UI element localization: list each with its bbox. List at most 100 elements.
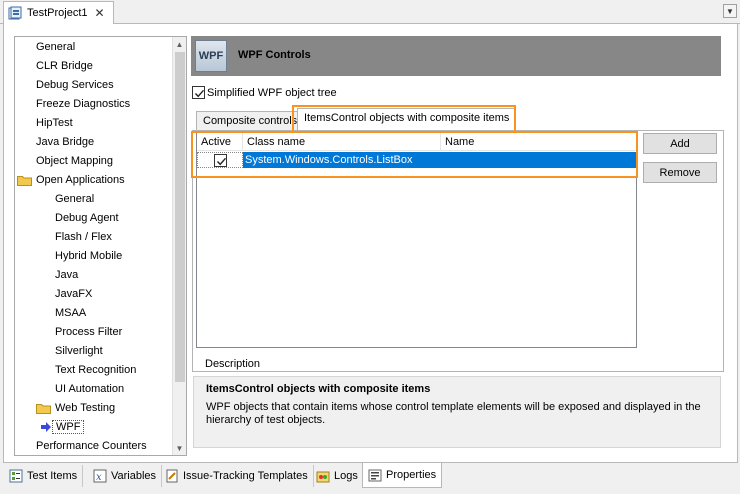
options-tree[interactable]: ▲ ▼ General CLR Bridge Debug Services Freez… <box>14 36 187 456</box>
tree-item-label: MSAA <box>55 307 87 319</box>
tree-item[interactable]: General <box>36 38 75 56</box>
tree-item[interactable]: General <box>55 190 94 208</box>
description-title: ItemsControl objects with composite item… <box>206 383 431 395</box>
tree-item-label: Performance Counters <box>36 440 147 452</box>
scroll-thumb[interactable] <box>175 52 185 382</box>
tree-item[interactable]: Web Testing <box>36 399 115 417</box>
add-button[interactable]: Add <box>643 133 717 154</box>
logs-icon <box>316 471 330 483</box>
test-items-icon <box>9 469 23 483</box>
tree-item-label: Debug Services <box>36 79 114 91</box>
current-arrow-icon <box>41 422 51 432</box>
properties-icon <box>368 469 382 482</box>
row-active-cell[interactable] <box>197 152 243 168</box>
description-text: WPF objects that contain items whose con… <box>206 401 701 426</box>
tab-issue-tracking-label: Issue-Tracking Templates <box>183 470 308 482</box>
description-legend: Description <box>203 358 263 370</box>
tree-item-label: UI Automation <box>55 383 125 395</box>
section-header: WPF WPF Controls <box>191 36 721 76</box>
tab-itemscontrol-objects-label: ItemsControl objects with composite item… <box>304 112 510 124</box>
tree-item-label: Silverlight <box>55 345 103 357</box>
tree-scrollbar[interactable]: ▲ ▼ <box>172 37 186 455</box>
tab-variables[interactable]: x Variables <box>88 465 163 487</box>
description-group: Description ItemsControl objects with co… <box>192 358 724 448</box>
row-class-name-cell[interactable]: System.Windows.Controls.ListBox <box>243 152 636 168</box>
tree-item[interactable]: Silverlight <box>55 342 103 360</box>
tree-item[interactable]: Performance Counters <box>36 437 147 455</box>
tab-logs-label: Logs <box>334 470 358 482</box>
tree-item[interactable]: Text Recognition <box>55 361 136 379</box>
grid-header: Active Class name Name <box>197 133 636 151</box>
row-active-checkbox[interactable] <box>214 154 227 167</box>
tree-item[interactable]: Debug Agent <box>55 209 119 227</box>
tree-item-label: Java <box>55 269 79 281</box>
properties-panel: ▲ ▼ General CLR Bridge Debug Services Freez… <box>3 24 738 463</box>
tree-item[interactable]: Open Applications <box>17 171 125 189</box>
checkmark-icon <box>216 157 227 166</box>
svg-text:x: x <box>96 472 102 483</box>
tab-itemscontrol-objects[interactable]: ItemsControl objects with composite item… <box>297 108 517 131</box>
column-header-active[interactable]: Active <box>197 133 243 151</box>
column-header-class-name[interactable]: Class name <box>243 133 441 151</box>
remove-button[interactable]: Remove <box>643 162 717 183</box>
tab-test-items-label: Test Items <box>27 470 78 482</box>
tree-item-label: Hybrid Mobile <box>55 250 123 262</box>
table-row[interactable]: System.Windows.Controls.ListBox <box>197 152 636 168</box>
tree-item[interactable]: Object Mapping <box>36 152 113 170</box>
tab-list-dropdown-icon[interactable]: ▼ <box>723 4 737 18</box>
tree-item-label: Flash / Flex <box>55 231 112 243</box>
variables-icon: x <box>93 469 107 483</box>
tree-item-label: Process Filter <box>55 326 123 338</box>
tree-item-label: Object Mapping <box>36 155 114 167</box>
tab-properties-label: Properties <box>386 469 437 481</box>
tree-item-label: HipTest <box>36 117 73 129</box>
folder-icon <box>36 404 51 414</box>
project-tab-title: TestProject1 <box>27 7 88 19</box>
tree-item[interactable]: Process Filter <box>55 323 122 341</box>
tab-properties[interactable]: Properties <box>362 463 443 488</box>
section-title: WPF Controls <box>238 49 311 61</box>
tree-item-label: Java Bridge <box>36 136 95 148</box>
checkmark-icon <box>194 89 205 98</box>
class-names-grid[interactable]: Active Class name Name System.Windows.Co… <box>196 132 637 348</box>
tree-item[interactable]: Java Bridge <box>36 133 94 151</box>
tree-item-label: Web Testing <box>55 402 116 414</box>
project-tab[interactable]: TestProject1 ✕ <box>3 1 114 24</box>
tree-item[interactable]: MSAA <box>55 304 86 322</box>
tree-item[interactable]: Debug Services <box>36 76 114 94</box>
wpf-logo-icon: WPF <box>195 40 227 72</box>
tree-item[interactable]: HipTest <box>36 114 73 132</box>
scroll-up-icon[interactable]: ▲ <box>173 37 186 51</box>
tab-logs[interactable]: Logs <box>311 465 364 487</box>
tab-composite-controls[interactable]: Composite controls <box>196 111 305 131</box>
bottom-panel-tabs: Test Items x Variables Issue-Tracking Te… <box>0 463 740 494</box>
column-header-name[interactable]: Name <box>441 133 636 151</box>
issue-tracking-icon <box>166 469 178 483</box>
document-tab-strip: TestProject1 ✕ ▼ <box>0 0 740 24</box>
tree-item[interactable]: Freeze Diagnostics <box>36 95 130 113</box>
simplified-tree-option[interactable]: Simplified WPF object tree <box>192 86 337 99</box>
tree-item-label: WPF <box>52 420 85 434</box>
scroll-down-icon[interactable]: ▼ <box>173 441 186 455</box>
description-box: ItemsControl objects with composite item… <box>193 376 721 448</box>
tree-item-label: Freeze Diagnostics <box>36 98 131 110</box>
tree-item-label: Debug Agent <box>55 212 119 224</box>
tree-item[interactable]: JavaFX <box>55 285 92 303</box>
tree-item[interactable]: Hybrid Mobile <box>55 247 122 265</box>
tree-item[interactable]: Flash / Flex <box>55 228 112 246</box>
tree-item[interactable]: CLR Bridge <box>36 57 93 75</box>
tree-item[interactable]: Java <box>55 266 78 284</box>
tab-issue-tracking[interactable]: Issue-Tracking Templates <box>160 465 314 487</box>
tree-item-label: General <box>36 41 76 53</box>
tab-composite-controls-label: Composite controls <box>203 115 298 127</box>
simplified-tree-label: Simplified WPF object tree <box>207 86 337 99</box>
tree-item-label: General <box>55 193 95 205</box>
tree-item-label: CLR Bridge <box>36 60 93 72</box>
tree-item[interactable]: WPF <box>52 418 85 436</box>
tree-item-label: JavaFX <box>55 288 93 300</box>
close-tab-icon[interactable]: ✕ <box>95 6 105 20</box>
tab-test-items[interactable]: Test Items <box>4 465 84 487</box>
project-icon <box>8 6 22 20</box>
tree-item[interactable]: UI Automation <box>55 380 124 398</box>
simplified-tree-checkbox[interactable] <box>192 86 205 99</box>
